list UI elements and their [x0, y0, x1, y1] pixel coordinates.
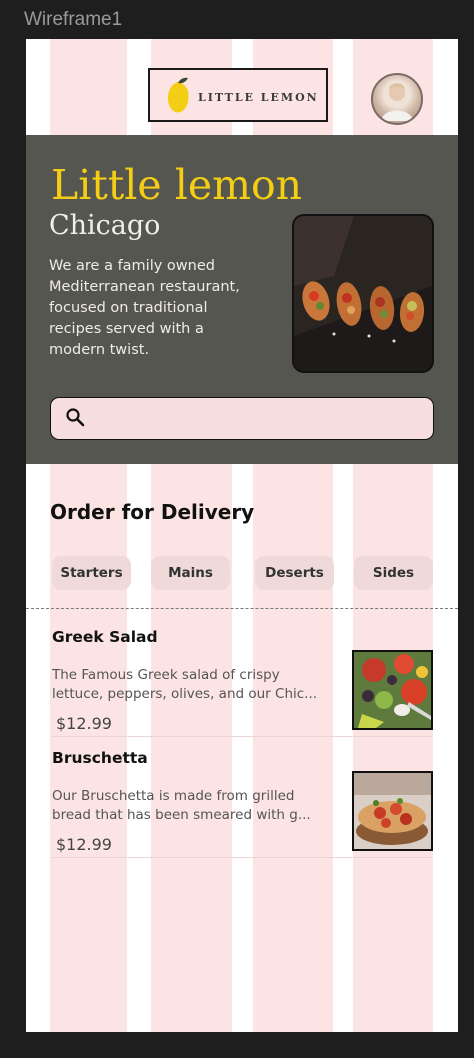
- order-section-title: Order for Delivery: [50, 500, 255, 524]
- search-bar[interactable]: [50, 397, 434, 440]
- item-separator: [52, 736, 432, 737]
- hero-image: [292, 214, 434, 373]
- menu-item-price: $12.99: [56, 714, 112, 733]
- item-separator: [52, 857, 432, 858]
- chef-avatar: [381, 83, 413, 121]
- wireframe-frame: LITTLE LEMON Little lemon Chicago We are…: [26, 39, 458, 1032]
- logo-text: LITTLE LEMON: [198, 91, 319, 104]
- menu-item-name: Greek Salad: [52, 628, 158, 646]
- app-header: LITTLE LEMON: [26, 39, 458, 135]
- hero-title: Little lemon: [51, 161, 303, 209]
- hero-description-line: Mediterranean restaurant,: [49, 279, 240, 295]
- hero-description-line: recipes served with a: [49, 321, 204, 337]
- hero-description-line: We are a family owned: [49, 258, 215, 274]
- menu-item-description: Our Bruschetta is made from grilled brea…: [52, 787, 337, 825]
- category-deserts[interactable]: Deserts: [255, 556, 334, 590]
- bruschetta-image: [354, 773, 431, 849]
- category-starters[interactable]: Starters: [52, 556, 131, 590]
- profile-avatar[interactable]: [371, 73, 423, 125]
- menu-item-description-line: lettuce, peppers, olives, and our Chic..…: [52, 686, 318, 702]
- menu-item-image: [352, 650, 433, 730]
- category-sides[interactable]: Sides: [354, 556, 433, 590]
- search-icon: [66, 408, 85, 427]
- lemon-icon: [167, 77, 189, 113]
- menu-item-bruschetta[interactable]: Bruschetta Our Bruschetta is made from g…: [26, 749, 458, 869]
- menu-item-description-line: Our Bruschetta is made from grilled: [52, 788, 295, 804]
- bruschetta-platter-image: [294, 216, 432, 371]
- category-mains[interactable]: Mains: [151, 556, 230, 590]
- hero-description-line: modern twist.: [49, 342, 150, 358]
- menu-item-description: The Famous Greek salad of crispy lettuce…: [52, 666, 337, 704]
- menu-item-image: [352, 771, 433, 851]
- frame-label: Wireframe1: [24, 9, 123, 30]
- hero-subtitle: Chicago: [49, 210, 161, 241]
- logo[interactable]: LITTLE LEMON: [148, 68, 328, 122]
- menu-item-price: $12.99: [56, 835, 112, 854]
- hero-description-line: focused on traditional: [49, 300, 208, 316]
- menu-item-name: Bruschetta: [52, 749, 148, 767]
- menu-item-description-line: bread that has been smeared with g...: [52, 807, 311, 823]
- menu-item-greek-salad[interactable]: Greek Salad The Famous Greek salad of cr…: [26, 628, 458, 748]
- menu-item-description-line: The Famous Greek salad of crispy: [52, 667, 280, 683]
- greek-salad-image: [354, 652, 431, 728]
- hero-section: Little lemon Chicago We are a family own…: [26, 135, 458, 464]
- section-divider: [26, 608, 458, 609]
- hero-description: We are a family owned Mediterranean rest…: [49, 256, 284, 361]
